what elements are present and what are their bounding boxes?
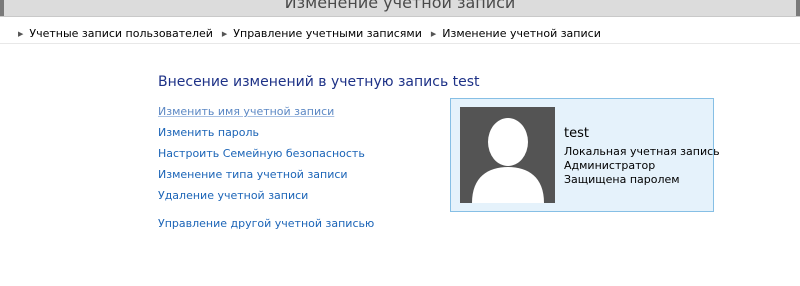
chevron-right-icon: ▶ <box>430 29 437 38</box>
family-safety-link[interactable]: Настроить Семейную безопасность <box>158 147 365 168</box>
page-title: Внесение изменений в учетную запись test <box>158 74 480 90</box>
window-frame-right <box>796 0 800 16</box>
account-settings-window: Изменение учетной записи ▶ Учетные запис… <box>0 0 800 286</box>
window-titlebar: Изменение учетной записи <box>0 0 800 17</box>
breadcrumb: ▶ Учетные записи пользователей ▶ Управле… <box>0 24 800 44</box>
breadcrumb-label: Изменение учетной записи <box>442 27 601 40</box>
breadcrumb-item-manage-accounts[interactable]: ▶ Управление учетными записями <box>213 27 422 40</box>
change-account-type-link[interactable]: Изменение типа учетной записи <box>158 168 365 189</box>
account-name: test <box>564 126 589 141</box>
task-links: Изменить имя учетной записи Изменить пар… <box>158 105 374 230</box>
breadcrumb-label: Управление учетными записями <box>233 27 422 40</box>
breadcrumb-item-user-accounts[interactable]: ▶ Учетные записи пользователей <box>0 27 213 40</box>
change-password-link[interactable]: Изменить пароль <box>158 126 365 147</box>
breadcrumb-item-change-account[interactable]: ▶ Изменение учетной записи <box>422 27 601 40</box>
window-title: Изменение учетной записи <box>284 0 516 12</box>
account-status: Защищена паролем <box>564 173 680 186</box>
chevron-right-icon: ▶ <box>221 29 228 38</box>
chevron-right-icon: ▶ <box>18 29 24 38</box>
manage-other-account-link[interactable]: Управление другой учетной записью <box>158 217 374 238</box>
rename-account-link[interactable]: Изменить имя учетной записи <box>158 105 365 126</box>
account-type: Локальная учетная запись <box>564 145 720 158</box>
delete-account-link[interactable]: Удаление учетной записи <box>158 189 365 210</box>
breadcrumb-label: Учетные записи пользователей <box>29 27 213 40</box>
user-silhouette-icon <box>460 107 555 203</box>
account-role: Администратор <box>564 159 656 172</box>
account-card: test Локальная учетная запись Администра… <box>450 98 720 212</box>
